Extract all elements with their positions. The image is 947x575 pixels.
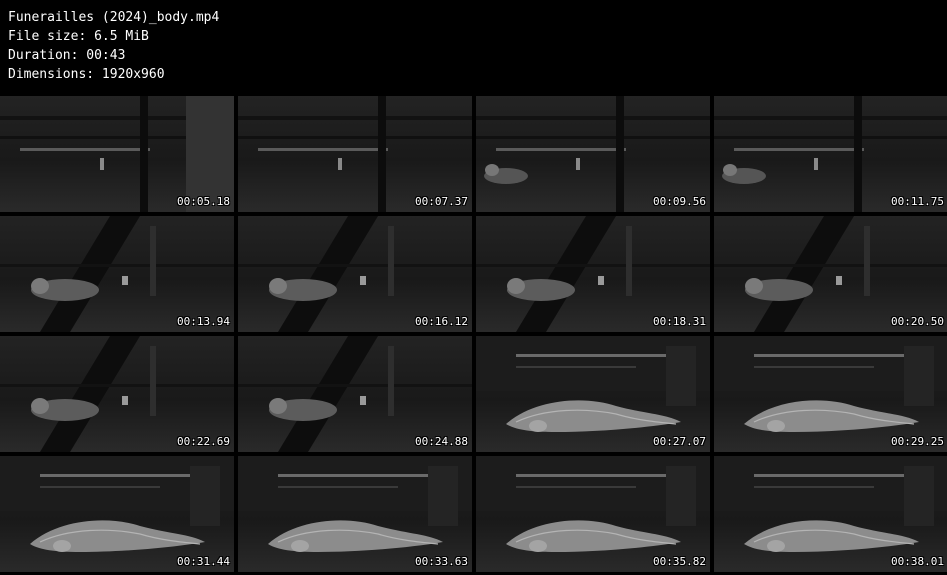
timestamp-label: 00:18.31 bbox=[653, 315, 706, 328]
thumbnail-frame[interactable]: 00:13.94 bbox=[0, 216, 234, 332]
file-info-header: Funerailles (2024)_body.mp4 File size: 6… bbox=[8, 8, 219, 84]
thumbnail-frame[interactable]: 00:20.50 bbox=[714, 216, 947, 332]
dimensions-text: Dimensions: 1920x960 bbox=[8, 67, 165, 82]
timestamp-label: 00:27.07 bbox=[653, 435, 706, 448]
thumbnail-frame[interactable]: 00:33.63 bbox=[238, 456, 472, 572]
thumbnail-frame[interactable]: 00:27.07 bbox=[476, 336, 710, 452]
timestamp-label: 00:20.50 bbox=[891, 315, 944, 328]
thumbnail-frame[interactable]: 00:09.56 bbox=[476, 96, 710, 212]
timestamp-label: 00:38.01 bbox=[891, 555, 944, 568]
timestamp-label: 00:05.18 bbox=[177, 195, 230, 208]
timestamp-label: 00:29.25 bbox=[891, 435, 944, 448]
thumbnail-frame[interactable]: 00:35.82 bbox=[476, 456, 710, 572]
thumbnail-frame[interactable]: 00:24.88 bbox=[238, 336, 472, 452]
thumbnail-frame[interactable]: 00:38.01 bbox=[714, 456, 947, 572]
thumbnail-frame[interactable]: 00:29.25 bbox=[714, 336, 947, 452]
thumbnail-frame[interactable]: 00:22.69 bbox=[0, 336, 234, 452]
thumbnail-frame[interactable]: 00:05.18 bbox=[0, 96, 234, 212]
timestamp-label: 00:31.44 bbox=[177, 555, 230, 568]
thumbnail-grid: 00:05.18 00:07.37 00:09.56 00:11.75 00:1… bbox=[0, 96, 947, 575]
timestamp-label: 00:13.94 bbox=[177, 315, 230, 328]
timestamp-label: 00:16.12 bbox=[415, 315, 468, 328]
timestamp-label: 00:22.69 bbox=[177, 435, 230, 448]
duration-text: Duration: 00:43 bbox=[8, 48, 126, 63]
timestamp-label: 00:24.88 bbox=[415, 435, 468, 448]
thumbnail-frame[interactable]: 00:07.37 bbox=[238, 96, 472, 212]
thumbnail-frame[interactable]: 00:18.31 bbox=[476, 216, 710, 332]
file-size-text: File size: 6.5 MiB bbox=[8, 29, 149, 44]
thumbnail-frame[interactable]: 00:16.12 bbox=[238, 216, 472, 332]
timestamp-label: 00:33.63 bbox=[415, 555, 468, 568]
thumbnail-frame[interactable]: 00:31.44 bbox=[0, 456, 234, 572]
timestamp-label: 00:09.56 bbox=[653, 195, 706, 208]
timestamp-label: 00:11.75 bbox=[891, 195, 944, 208]
timestamp-label: 00:07.37 bbox=[415, 195, 468, 208]
timestamp-label: 00:35.82 bbox=[653, 555, 706, 568]
thumbnail-frame[interactable]: 00:11.75 bbox=[714, 96, 947, 212]
filename-text: Funerailles (2024)_body.mp4 bbox=[8, 10, 220, 25]
